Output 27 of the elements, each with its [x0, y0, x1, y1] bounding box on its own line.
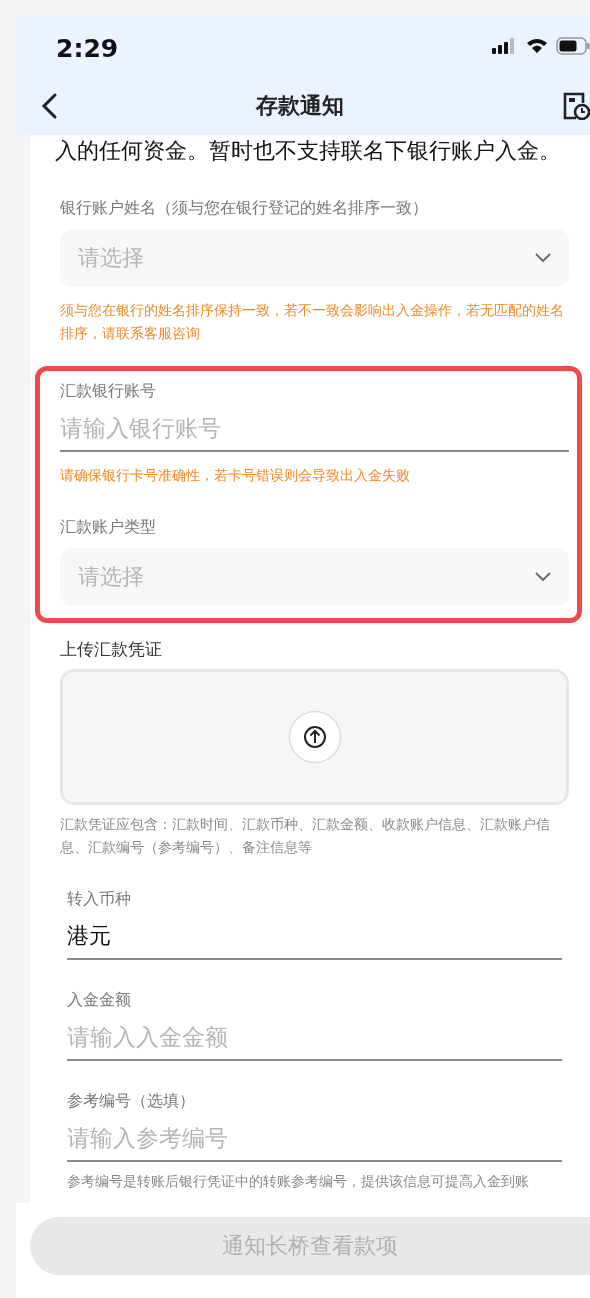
field-label: 入金金额: [67, 990, 132, 1011]
wifi-icon: [526, 38, 548, 54]
field-label: 汇款账户类型: [60, 517, 157, 538]
field-label: 转入币种: [67, 889, 132, 910]
upload-icon[interactable]: [287, 710, 342, 764]
back-icon[interactable]: [40, 92, 58, 119]
input-field[interactable]: 请输入入金金额: [67, 1015, 562, 1061]
field-label: 汇款银行账号: [60, 381, 157, 402]
document-clock-icon[interactable]: [562, 91, 590, 120]
input-field[interactable]: 港元: [67, 914, 562, 960]
status-time: 2:29: [56, 32, 120, 63]
field-label: 参考编号（选填）: [67, 1091, 196, 1112]
input-field[interactable]: 请输入参考编号: [67, 1116, 562, 1162]
hint-text: 汇款凭证应包含：汇款时间、汇款币种、汇款金额、收款账户信息、汇款账户信息、汇款编号（参考编号）、备注信息等: [60, 815, 551, 857]
hint-text: 参考编号是转账后银行凭证中的转账参考编号，提供该信息可提高入金到账: [67, 1172, 530, 1191]
input-field[interactable]: 请输入银行账号: [60, 406, 569, 452]
chevron-down-icon: [535, 253, 551, 263]
field-label: 上传汇款凭证: [60, 638, 163, 661]
select-field[interactable]: 请选择: [60, 229, 569, 287]
hint-text: 须与您在银行的姓名排序保持一致，若不一致会影响出入金操作，若无匹配的姓名排序，请联系客服咨询: [60, 301, 565, 343]
select-field[interactable]: 请选择: [60, 548, 569, 606]
field-label: 银行账户姓名（须与您在银行登记的姓名排序一致）: [60, 198, 429, 219]
intro-text: 入的任何资金。暂时也不支持联名下银行账户入金。: [54, 137, 562, 165]
page-title: 存款通知: [254, 91, 345, 120]
hint-text: 请确保银行卡号准确性，若卡号错误则会导致出入金失败: [60, 466, 411, 485]
chevron-down-icon: [535, 572, 551, 582]
battery-icon: [556, 37, 590, 55]
